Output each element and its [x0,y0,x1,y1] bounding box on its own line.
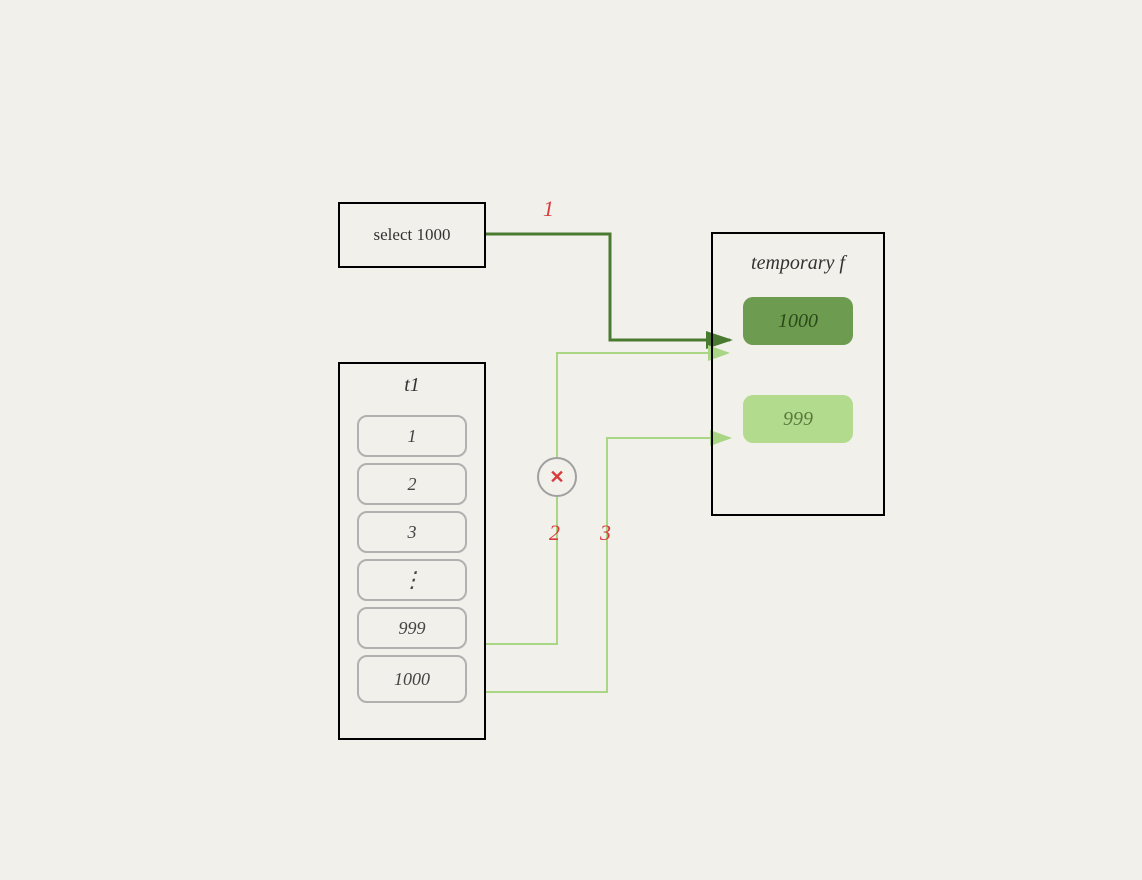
temp-pill-1000: 1000 [743,297,853,345]
annotation-2: 2 [549,520,560,546]
table-row-ellipsis: ⋮ [357,559,467,601]
annotation-1: 1 [543,196,554,222]
x-icon: ✕ [549,467,564,488]
select-box: select 1000 [338,202,486,268]
temp-label: temporary f [713,252,883,275]
table-row: 1 [357,415,467,457]
table-row: 3 [357,511,467,553]
connector-lines [0,0,1142,880]
t1-table: t1 1 2 3 ⋮ 999 1000 [338,362,486,740]
table-row: 2 [357,463,467,505]
t1-label: t1 [340,374,484,397]
select-label: select 1000 [374,225,451,245]
temp-pill-999: 999 [743,395,853,443]
table-row: 999 [357,607,467,649]
temporary-table: temporary f 1000 999 [711,232,885,516]
table-row: 1000 [357,655,467,703]
annotation-3: 3 [600,520,611,546]
reject-circle-icon: ✕ [537,457,577,497]
